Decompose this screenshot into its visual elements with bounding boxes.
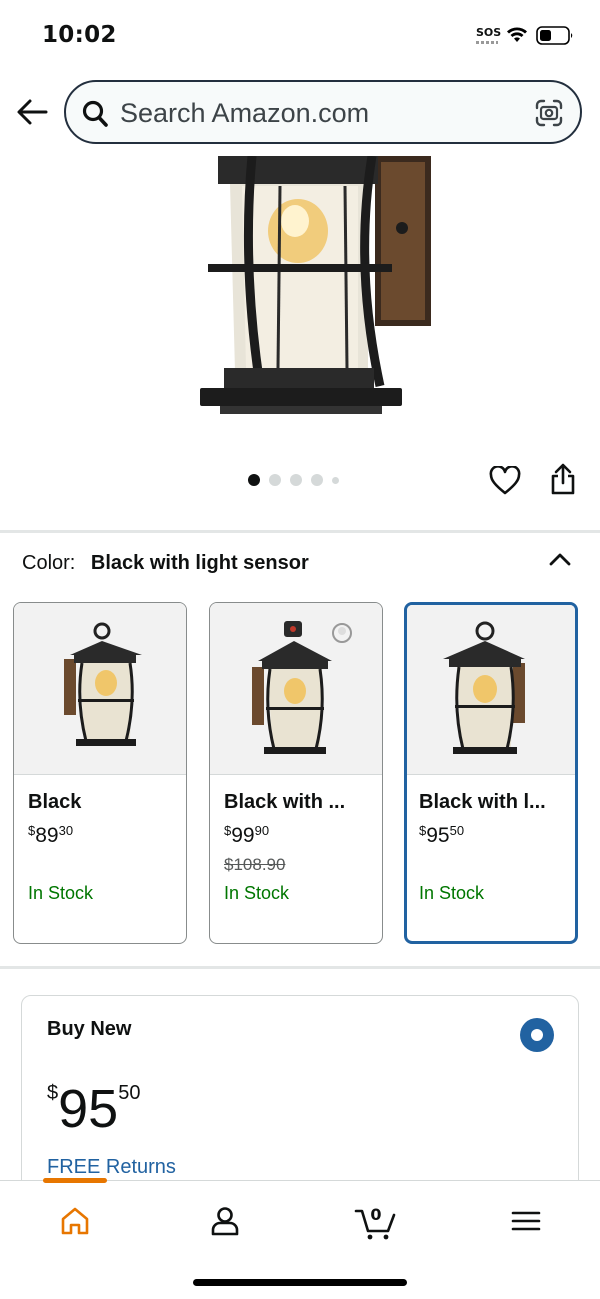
status-bar: 10:02 SOS — [0, 0, 600, 72]
buy-new-title: Buy New — [47, 1018, 132, 1040]
back-arrow-icon[interactable] — [16, 98, 48, 126]
bottom-nav: 0 — [0, 1178, 600, 1299]
lantern-thumbnail — [64, 622, 142, 746]
nav-active-indicator — [43, 1178, 107, 1183]
product-image[interactable] — [180, 156, 440, 426]
cart-count: 0 — [370, 1205, 382, 1224]
variant-stock: In Stock — [224, 883, 290, 903]
color-selector-header: Color: Black with light sensor — [22, 552, 309, 575]
status-time: 10:02 — [42, 22, 117, 48]
carousel-dot[interactable] — [311, 474, 323, 486]
divider — [0, 530, 600, 533]
variant-price: $9550 — [419, 823, 465, 847]
variant-thumbnail — [14, 603, 186, 775]
carousel-dot-active[interactable] — [248, 474, 260, 486]
variant-thumbnail — [407, 605, 575, 775]
lantern-thumbnail — [443, 621, 525, 754]
divider — [0, 966, 600, 969]
cart-button[interactable]: 0 — [354, 1201, 398, 1241]
camera-scan-icon[interactable] — [534, 98, 564, 128]
search-icon — [82, 100, 108, 127]
home-icon[interactable] — [55, 1201, 95, 1241]
color-label: Color: — [22, 552, 76, 574]
variant-list-price: $108.90 — [224, 855, 286, 874]
search-header — [0, 72, 600, 156]
variant-price: $9990 — [224, 823, 270, 847]
search-input[interactable] — [120, 98, 520, 128]
buy-price: $9550 — [47, 1079, 141, 1139]
heart-icon[interactable] — [489, 466, 521, 496]
variant-card-black-motion[interactable]: Black with ... $9990 $108.90 In Stock — [209, 602, 383, 944]
sos-indicator: SOS — [476, 26, 502, 44]
variant-card-black[interactable]: Black $8930 In Stock — [13, 602, 187, 944]
variant-thumbnail — [210, 603, 382, 775]
variant-stock: In Stock — [419, 883, 485, 903]
carousel-dot[interactable] — [290, 474, 302, 486]
share-icon[interactable] — [549, 463, 577, 495]
variant-price: $8930 — [28, 823, 74, 847]
search-bar[interactable] — [64, 80, 582, 144]
variant-name: Black with ... — [224, 791, 346, 813]
lantern-thumbnail — [252, 621, 352, 754]
menu-icon[interactable] — [506, 1201, 546, 1241]
variant-stock: In Stock — [28, 883, 94, 903]
home-indicator — [193, 1279, 407, 1286]
account-icon[interactable] — [205, 1201, 245, 1241]
image-carousel-dots[interactable] — [248, 474, 339, 486]
carousel-dot[interactable] — [269, 474, 281, 486]
color-value: Black with light sensor — [90, 552, 309, 574]
wifi-icon — [507, 27, 527, 42]
battery-icon — [536, 26, 573, 45]
free-returns-link[interactable]: FREE Returns — [47, 1156, 176, 1179]
chevron-up-icon[interactable] — [548, 550, 572, 568]
variant-name: Black — [28, 791, 82, 813]
carousel-dot[interactable] — [332, 476, 339, 484]
buy-new-radio[interactable] — [520, 1018, 554, 1052]
variant-name: Black with l... — [419, 791, 546, 813]
variant-card-black-light-sensor[interactable]: Black with l... $9550 In Stock — [404, 602, 578, 944]
